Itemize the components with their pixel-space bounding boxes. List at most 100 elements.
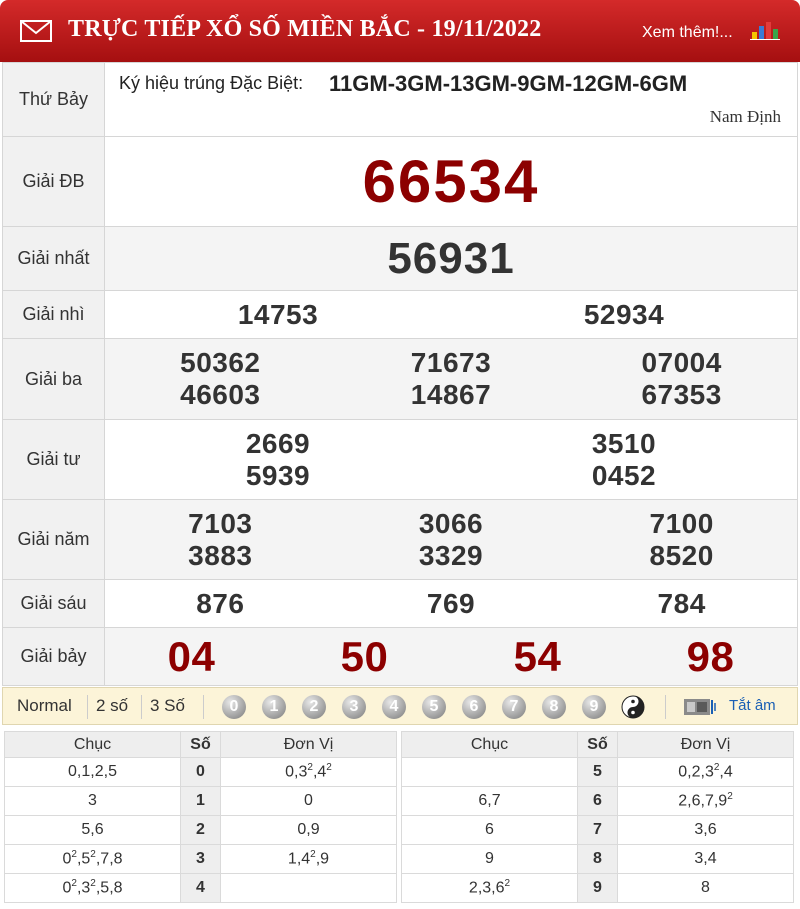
loto-donvi: 8 bbox=[617, 873, 794, 903]
loto-chuc: 02,32,5,8 bbox=[4, 873, 181, 903]
prize-number: 3329 bbox=[418, 539, 484, 571]
table-row: 6 7 3,6 bbox=[401, 815, 794, 845]
more-link[interactable]: Xem thêm!... bbox=[642, 24, 733, 42]
filter-3-so[interactable]: 3 Số bbox=[150, 696, 185, 716]
prize-sau-row: Giải sáu 876 769 784 bbox=[2, 579, 798, 628]
prize-number: 04 bbox=[167, 632, 216, 680]
col-header-chuc: Chục bbox=[4, 731, 181, 758]
divider bbox=[665, 695, 666, 719]
loto-chuc: 02,52,7,8 bbox=[4, 844, 181, 874]
prize-ba-row: Giải ba 50362 71673 07004 46603 14867 67… bbox=[2, 338, 798, 420]
prize-tu-row: Giải tư 2669 3510 5939 0452 bbox=[2, 419, 798, 500]
digit-filter-7[interactable]: 7 bbox=[502, 695, 526, 719]
prize-number: 5939 bbox=[245, 459, 311, 491]
loto-donvi: 3,4 bbox=[617, 844, 794, 874]
symbol-value: 11GM-3GM-13GM-9GM-12GM-6GM bbox=[329, 71, 688, 96]
symbol-row: Thứ Bảy Ký hiệu trúng Đặc Biệt: 11GM-3GM… bbox=[2, 62, 798, 137]
loto-so: 6 bbox=[577, 786, 618, 816]
symbol-label: Ký hiệu trúng Đặc Biệt: bbox=[119, 73, 304, 93]
col-header-donvi: Đơn Vị bbox=[220, 731, 397, 758]
prize-number: 54 bbox=[513, 632, 562, 680]
loto-chuc: 3 bbox=[4, 786, 181, 816]
loto-so: 2 bbox=[180, 815, 221, 845]
results-table: Thứ Bảy Ký hiệu trúng Đặc Biệt: 11GM-3GM… bbox=[2, 62, 798, 686]
divider bbox=[141, 695, 142, 719]
prize-number: 07004 bbox=[641, 347, 722, 378]
table-row: 5 0,2,32,4 bbox=[401, 757, 794, 787]
prize-nhi-row: Giải nhì 14753 52934 bbox=[2, 290, 798, 339]
day-label: Thứ Bảy bbox=[2, 62, 105, 137]
prize-db-number: 66534 bbox=[362, 148, 540, 215]
loto-chuc bbox=[401, 757, 578, 787]
loto-so: 0 bbox=[180, 757, 221, 787]
mail-icon bbox=[20, 20, 52, 42]
prize-label: Giải nhất bbox=[2, 226, 105, 291]
digit-filter-0[interactable]: 0 bbox=[222, 695, 246, 719]
prize-nhat-row: Giải nhất 56931 bbox=[2, 226, 798, 291]
loto-donvi: 0,9 bbox=[220, 815, 397, 845]
prize-number: 3066 bbox=[418, 507, 484, 539]
digit-filter-3[interactable]: 3 bbox=[342, 695, 366, 719]
col-header-donvi: Đơn Vị bbox=[617, 731, 794, 758]
bar-chart-icon[interactable] bbox=[750, 18, 780, 40]
prize-number: 71673 bbox=[410, 347, 492, 378]
prize-label: Giải ĐB bbox=[2, 136, 105, 227]
yin-yang-icon[interactable] bbox=[621, 695, 645, 719]
prize-label: Giải nhì bbox=[2, 290, 105, 339]
digit-filter-9[interactable]: 9 bbox=[582, 695, 606, 719]
col-header-so: Số bbox=[180, 731, 221, 758]
loto-chuc: 9 bbox=[401, 844, 578, 874]
prize-number: 14753 bbox=[237, 298, 319, 330]
filter-2-so[interactable]: 2 số bbox=[96, 696, 128, 716]
loto-donvi: 0,32,42 bbox=[220, 757, 397, 787]
prize-nhat-number: 56931 bbox=[387, 233, 515, 283]
table-row: 9 8 3,4 bbox=[401, 844, 794, 874]
divider bbox=[203, 695, 204, 719]
prize-label: Giải sáu bbox=[2, 579, 105, 628]
loto-donvi: 0,2,32,4 bbox=[617, 757, 794, 787]
loto-so: 5 bbox=[577, 757, 618, 787]
prize-number: 769 bbox=[426, 587, 476, 619]
prize-number: 7103 bbox=[188, 507, 253, 539]
digit-filter-8[interactable]: 8 bbox=[542, 695, 566, 719]
loto-so: 9 bbox=[577, 873, 618, 903]
prize-number: 784 bbox=[657, 587, 706, 619]
loto-donvi: 0 bbox=[220, 786, 397, 816]
digit-filter-2[interactable]: 2 bbox=[302, 695, 326, 719]
prize-label: Giải năm bbox=[2, 499, 105, 580]
prize-label: Giải tư bbox=[2, 419, 105, 500]
prize-number: 2669 bbox=[245, 427, 311, 459]
mute-toggle[interactable]: Tắt âm bbox=[729, 697, 776, 714]
loto-donvi bbox=[220, 873, 397, 903]
prize-nam-row: Giải năm 7103 3066 7100 3883 3329 8520 bbox=[2, 499, 798, 580]
col-header-chuc: Chục bbox=[401, 731, 578, 758]
prize-number: 3510 bbox=[591, 427, 657, 459]
prize-label: Giải bảy bbox=[2, 627, 105, 686]
prize-number: 98 bbox=[686, 632, 735, 680]
digit-filter-4[interactable]: 4 bbox=[382, 695, 406, 719]
loto-donvi: 2,6,7,92 bbox=[617, 786, 794, 816]
prize-number: 8520 bbox=[649, 539, 714, 571]
table-row: 6,7 6 2,6,7,92 bbox=[401, 786, 794, 816]
digit-filter-6[interactable]: 6 bbox=[462, 695, 486, 719]
digit-filter-5[interactable]: 5 bbox=[422, 695, 446, 719]
filter-bar: Normal 2 số 3 Số 0 1 2 3 4 5 6 7 8 9 Tắt… bbox=[2, 687, 798, 725]
filter-normal[interactable]: Normal bbox=[17, 696, 72, 716]
table-row: 5,6 2 0,9 bbox=[4, 815, 397, 845]
loto-so: 7 bbox=[577, 815, 618, 845]
speaker-mute-icon[interactable] bbox=[683, 696, 717, 718]
header-bar: TRỰC TIẾP XỔ SỐ MIỀN BẮC - 19/11/2022 Xe… bbox=[0, 0, 800, 62]
table-row: 0,1,2,5 0 0,32,42 bbox=[4, 757, 397, 787]
loto-table-left: Chục Số Đơn Vị 0,1,2,5 0 0,32,42 3 1 0 5… bbox=[4, 731, 397, 903]
col-header-so: Số bbox=[577, 731, 618, 758]
prize-number: 46603 bbox=[180, 379, 261, 410]
prize-db-row: Giải ĐB 66534 bbox=[2, 136, 798, 227]
loto-table-right: Chục Số Đơn Vị 5 0,2,32,4 6,7 6 2,6,7,92… bbox=[401, 731, 794, 903]
prize-number: 67353 bbox=[641, 379, 722, 410]
digit-filter-1[interactable]: 1 bbox=[262, 695, 286, 719]
table-row: 02,32,5,8 4 bbox=[4, 873, 397, 903]
prize-number: 3883 bbox=[188, 539, 253, 571]
loto-so: 3 bbox=[180, 844, 221, 874]
loto-donvi: 3,6 bbox=[617, 815, 794, 845]
table-row: 3 1 0 bbox=[4, 786, 397, 816]
